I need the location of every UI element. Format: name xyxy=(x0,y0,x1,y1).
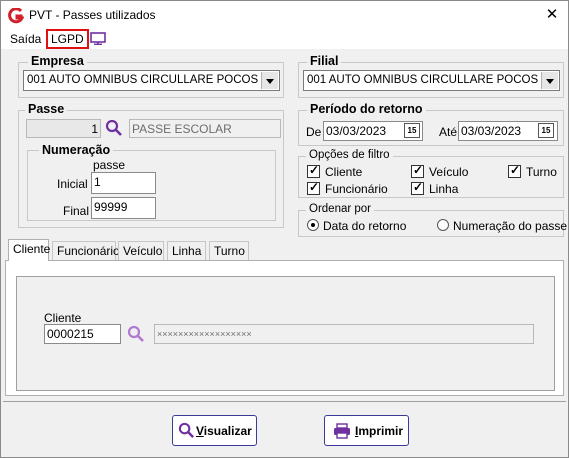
passe-code-field[interactable]: 1 xyxy=(26,119,101,138)
inicial-input[interactable]: 1 xyxy=(91,172,156,194)
tab-turno[interactable]: Turno xyxy=(209,241,249,260)
imprimir-label: Imprimir xyxy=(355,424,404,438)
empresa-title: Empresa xyxy=(28,54,87,68)
empresa-value: 001 AUTO OMNIBUS CIRCULLARE POCOS DE xyxy=(27,74,278,86)
tab-cliente[interactable]: Cliente xyxy=(8,239,50,261)
chevron-down-icon[interactable] xyxy=(541,72,558,89)
numeracao-title: Numeração xyxy=(39,143,114,157)
menu-lgpd[interactable]: LGPD xyxy=(46,29,89,49)
printer-icon xyxy=(334,423,350,439)
chevron-down-icon[interactable] xyxy=(261,72,278,89)
empresa-select[interactable]: 001 AUTO OMNIBUS CIRCULLARE POCOS DE xyxy=(23,70,280,91)
checkbox-turno-label[interactable]: Turno xyxy=(526,165,557,179)
screen-icon[interactable] xyxy=(90,32,106,45)
radio-numeracao-passe[interactable] xyxy=(437,219,449,231)
checkbox-funcionario[interactable] xyxy=(307,180,320,195)
filial-value: 001 AUTO OMNIBUS CIRCULLARE POCOS DE xyxy=(307,74,558,86)
search-icon[interactable] xyxy=(105,119,123,137)
imprimir-button[interactable]: Imprimir xyxy=(324,415,409,446)
visualizar-button[interactable]: Visualizar xyxy=(172,415,257,446)
tab-funcionario[interactable]: Funcionário xyxy=(52,241,120,260)
app-logo-icon xyxy=(8,8,24,24)
de-label: De xyxy=(306,125,322,139)
filial-select[interactable]: 001 AUTO OMNIBUS CIRCULLARE POCOS DE xyxy=(303,70,560,91)
ate-date-value: 03/03/2023 xyxy=(461,124,522,138)
passe-description-field: PASSE ESCOLAR xyxy=(129,119,281,138)
menu-saida[interactable]: Saída xyxy=(7,31,44,47)
cliente-code-input[interactable]: 0000215 xyxy=(44,324,121,344)
checkbox-turno[interactable] xyxy=(508,163,521,178)
visualizar-label: Visualizar xyxy=(196,424,252,438)
calendar-icon[interactable]: 15 xyxy=(538,123,554,138)
tab-veiculo[interactable]: Veículo xyxy=(118,241,164,260)
radio-data-retorno[interactable] xyxy=(307,219,319,231)
main-window: PVT - Passes utilizados ✕ Saída LGPD Emp… xyxy=(0,0,569,458)
close-button[interactable]: ✕ xyxy=(537,4,567,26)
search-icon xyxy=(178,422,194,438)
final-input[interactable]: 99999 xyxy=(91,197,156,219)
checkbox-veiculo-label[interactable]: Veículo xyxy=(429,165,468,179)
final-label: Final xyxy=(63,204,90,218)
cliente-name-field: ×××××××××××××××××× xyxy=(154,324,534,344)
button-bar xyxy=(3,401,566,456)
radio-data-retorno-label[interactable]: Data do retorno xyxy=(323,219,406,233)
search-icon[interactable] xyxy=(127,325,145,343)
checkbox-linha[interactable] xyxy=(411,180,424,195)
checkbox-cliente[interactable] xyxy=(307,163,320,178)
numeracao-column-label: passe xyxy=(93,158,126,172)
checkbox-linha-label[interactable]: Linha xyxy=(429,182,458,196)
inicial-label: Inicial xyxy=(57,177,88,191)
ate-label: Até xyxy=(439,125,458,139)
opcoes-title: Opções de filtro xyxy=(306,149,393,161)
checkbox-cliente-label[interactable]: Cliente xyxy=(325,165,362,179)
de-date-value: 03/03/2023 xyxy=(326,124,387,138)
filial-title: Filial xyxy=(307,54,342,68)
passe-title: Passe xyxy=(25,102,68,116)
ordenar-title: Ordenar por xyxy=(306,203,375,215)
periodo-title: Período do retorno xyxy=(307,102,426,116)
checkbox-veiculo[interactable] xyxy=(411,163,424,178)
tab-linha[interactable]: Linha xyxy=(167,241,206,260)
window-title: PVT - Passes utilizados xyxy=(29,8,156,22)
cliente-label: Cliente xyxy=(44,311,82,325)
menu-bar: Saída LGPD xyxy=(1,29,568,49)
radio-numeracao-passe-label[interactable]: Numeração do passe xyxy=(453,219,567,233)
checkbox-funcionario-label[interactable]: Funcionário xyxy=(325,182,388,196)
calendar-icon[interactable]: 15 xyxy=(404,123,420,138)
title-bar: PVT - Passes utilizados ✕ xyxy=(1,1,568,29)
